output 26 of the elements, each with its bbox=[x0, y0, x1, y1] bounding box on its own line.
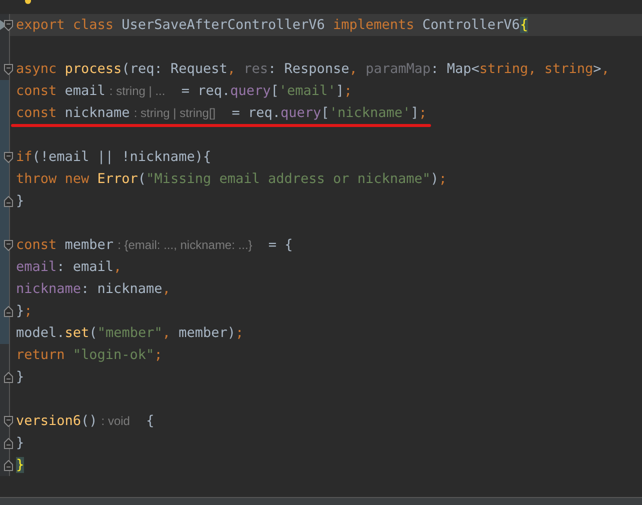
code-line: nickname: nickname, bbox=[16, 281, 170, 297]
fold-icon[interactable] bbox=[4, 372, 13, 383]
code-line: const email : string | ... = req.query['email']; bbox=[16, 83, 352, 99]
code-line: } bbox=[16, 435, 24, 451]
code-line: export class UserSaveAfterControllerV6 implements ControllerV6{ bbox=[16, 17, 528, 33]
code-line: model.set("member", member); bbox=[16, 325, 244, 341]
fold-icon[interactable] bbox=[4, 460, 13, 471]
code-line: if(!email || !nickname){ bbox=[16, 149, 212, 165]
code-line: }; bbox=[16, 303, 32, 319]
code-line: async process(req: Request, res: Response, paramMap: Map<string, string>, bbox=[16, 61, 610, 77]
fold-icon[interactable] bbox=[4, 196, 13, 207]
code-line: } bbox=[16, 193, 24, 209]
fold-icon[interactable] bbox=[4, 306, 13, 317]
code-line: const member : {email: ..., nickname: ...} = { bbox=[16, 237, 293, 253]
code-line: } bbox=[16, 369, 24, 385]
fold-icon[interactable] bbox=[4, 152, 13, 163]
fold-icon[interactable] bbox=[4, 20, 13, 31]
fold-icon[interactable] bbox=[4, 438, 13, 449]
fold-icon[interactable] bbox=[4, 64, 13, 75]
code-line: return "login-ok"; bbox=[16, 347, 162, 363]
code-line: const nickname : string | string[] = req.query['nickname']; bbox=[16, 105, 427, 121]
fold-icon[interactable] bbox=[4, 240, 13, 251]
code-line: version6() : void { bbox=[16, 413, 154, 429]
code-line: email: email, bbox=[16, 259, 122, 275]
code-line: throw new Error("Missing email address or nickname"); bbox=[16, 171, 447, 187]
fold-icon[interactable] bbox=[4, 416, 13, 427]
